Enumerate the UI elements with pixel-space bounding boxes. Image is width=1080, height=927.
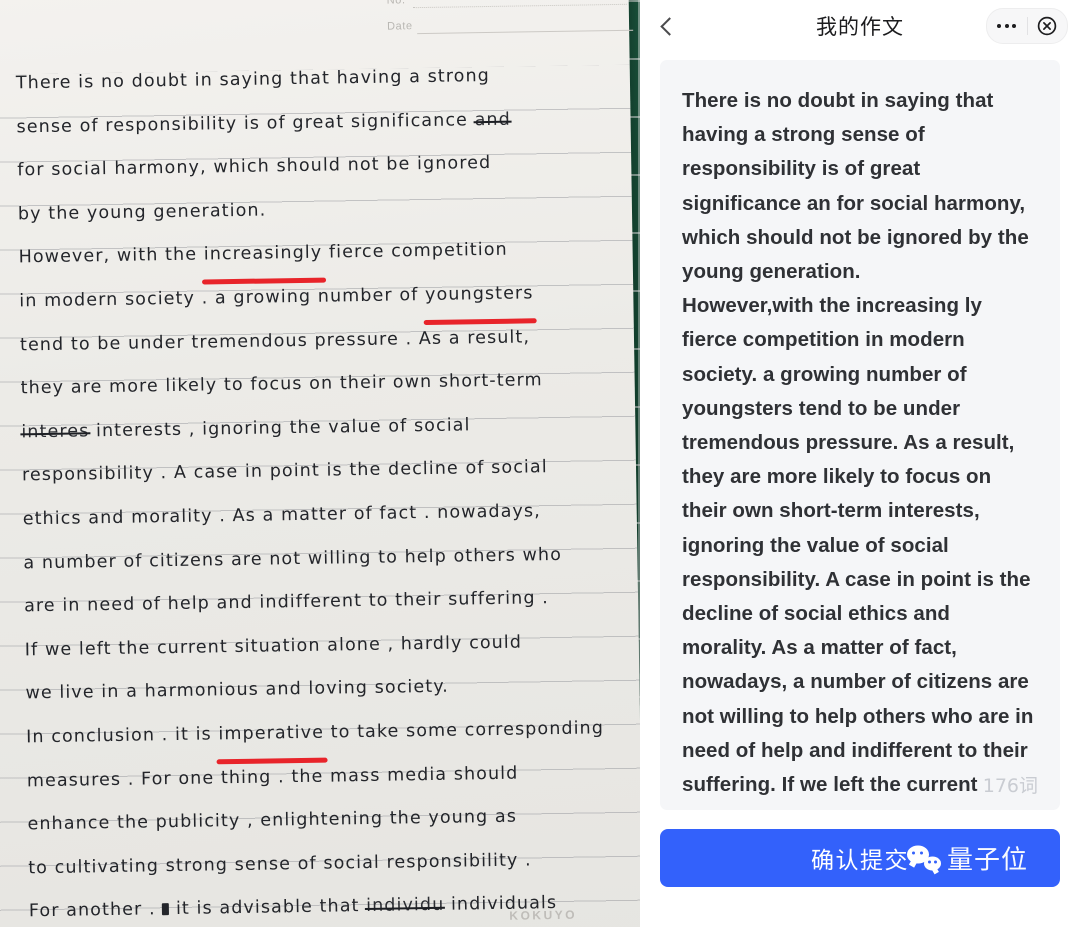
notebook-date-line xyxy=(417,29,634,35)
more-dots-icon xyxy=(1012,24,1017,28)
handwritten-text: However, with the xyxy=(18,244,204,268)
handwritten-text: to cultivating strong sense of social re… xyxy=(28,850,532,879)
handwritten-text: In conclusion . it is xyxy=(26,724,219,748)
more-options-button[interactable] xyxy=(987,24,1027,28)
notebook-no-dotted-line xyxy=(412,3,627,9)
handwritten-text: for social harmony, which should not be … xyxy=(17,153,492,181)
essay-card[interactable]: There is no doubt in saying that having … xyxy=(660,60,1060,810)
handwritten-text: we live in a harmonious and loving socie… xyxy=(25,677,450,704)
word-count-badge: 176词 xyxy=(982,775,1038,797)
wechat-watermark: 量子位 xyxy=(906,840,1028,877)
wechat-logo-icon xyxy=(906,845,941,871)
footer: 确认提交 量子位 xyxy=(640,829,1080,927)
handwritten-text: sense of responsibility is of great sign… xyxy=(16,109,475,138)
handwritten-text: measures . For one thing . the mass medi… xyxy=(26,763,519,791)
handwritten-text: fierce competition xyxy=(322,240,508,263)
handwritten-text: responsibility . A case in point is the … xyxy=(21,457,548,486)
content-area: There is no doubt in saying that having … xyxy=(640,52,1080,829)
struck-out-word: and xyxy=(474,98,511,142)
red-underlined-word: youngsters xyxy=(425,272,534,317)
essay-recognized-text: There is no doubt in saying that having … xyxy=(682,89,1035,810)
handwritten-text: tend to be under tremendous pressure . A… xyxy=(19,326,531,355)
notebook-paper: No. Date There is no doubt in saying tha… xyxy=(0,0,640,927)
notebook-header: No. Date xyxy=(386,0,634,47)
handwritten-essay-photo: 6 No. Date There is no doubt in saying xyxy=(0,0,640,927)
handwritten-text: by the young generation. xyxy=(17,200,267,225)
red-underlined-word: imperative xyxy=(218,712,324,757)
close-circle-icon xyxy=(1038,16,1057,36)
handwritten-lines: There is no doubt in saying that having … xyxy=(15,54,604,927)
handwritten-text: If we left the current situation alone ,… xyxy=(24,632,523,661)
notebook-brand-mark: KOKUYO xyxy=(509,907,578,923)
navigation-bar: 我的作文 xyxy=(640,0,1080,52)
more-dots-icon xyxy=(1004,24,1009,28)
handwritten-text: in modern society . a growing number of xyxy=(19,284,426,312)
handwritten-text: For another . xyxy=(28,899,163,922)
struck-out-word: individu xyxy=(366,884,445,927)
watermark-text: 量子位 xyxy=(946,845,1028,876)
handwritten-text: it is advisable that xyxy=(169,896,367,920)
window-controls-capsule xyxy=(986,8,1068,44)
more-dots-icon xyxy=(997,24,1002,28)
confirm-submit-button[interactable]: 确认提交 量子位 xyxy=(660,829,1060,887)
notebook-no-label: No. xyxy=(386,0,406,7)
confirm-submit-label: 确认提交 xyxy=(811,848,909,874)
handwritten-text: enhance the publicity , enlightening the… xyxy=(27,806,518,835)
app-screen: 6 No. Date There is no doubt in saying xyxy=(0,0,1080,927)
notebook-date-label: Date xyxy=(386,20,413,33)
handwritten-line: For another . it is advisable that indiv… xyxy=(29,882,590,927)
struck-out-word: interes xyxy=(21,410,90,455)
handwritten-text: interests , ignoring the value of social xyxy=(89,415,471,442)
handwritten-text: to take some corresponding xyxy=(323,718,605,743)
handwritten-text: ethics and morality . As a matter of fac… xyxy=(22,501,541,530)
red-underlined-word: increasingly xyxy=(203,232,323,277)
app-panel: 我的作文 There is no doubt in saying that ha… xyxy=(640,0,1080,927)
handwritten-text: are in need of help and indifferent to t… xyxy=(23,588,550,617)
handwritten-text: a number of citizens are not willing to … xyxy=(23,544,563,573)
handwritten-text: they are more likely to focus on their o… xyxy=(20,370,543,399)
handwritten-text: There is no doubt in saying that having … xyxy=(15,65,491,94)
close-button[interactable] xyxy=(1028,16,1068,36)
